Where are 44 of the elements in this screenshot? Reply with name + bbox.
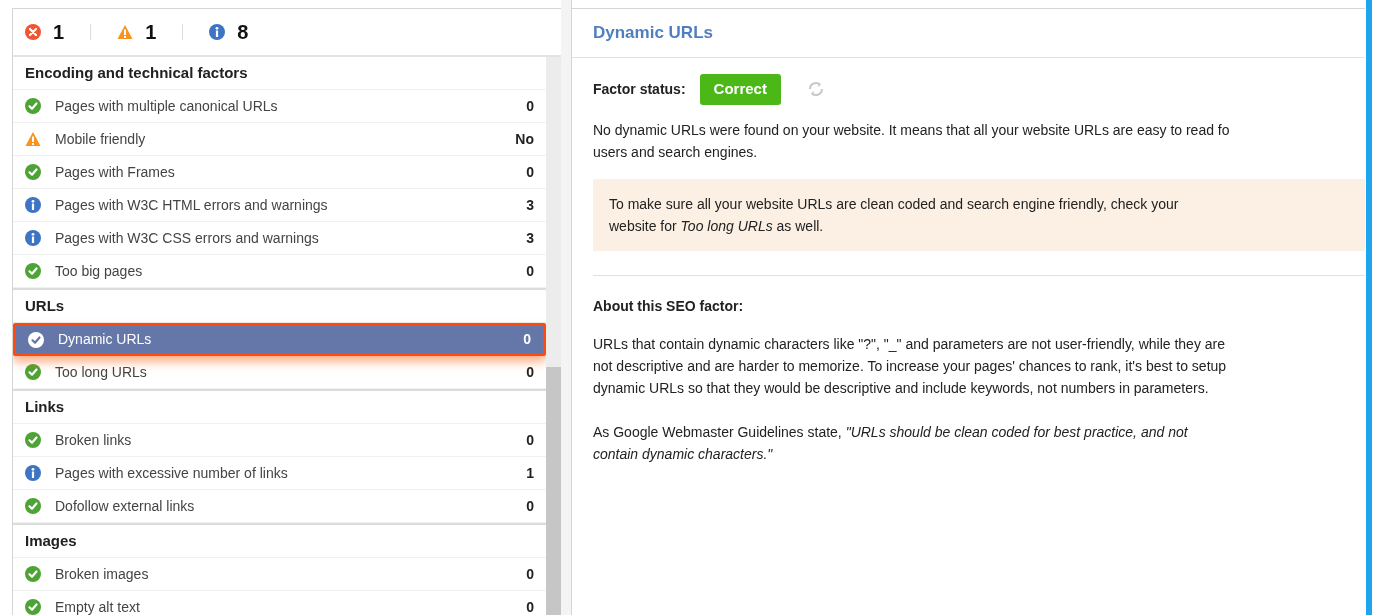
- factor-item[interactable]: Broken links 0: [13, 424, 546, 457]
- scrollbar-thumb[interactable]: [546, 367, 561, 615]
- factor-item[interactable]: Too big pages 0: [13, 255, 546, 288]
- info-icon: [209, 24, 226, 40]
- intro-text: No dynamic URLs were found on your website. It means that all your website URLs are easy to read fo users and search engines.: [593, 120, 1231, 162]
- factor-item[interactable]: Dynamic URLs 0: [13, 323, 546, 356]
- count-label: 8: [237, 20, 249, 45]
- about-title: About this SEO factor:: [593, 296, 745, 316]
- warning-icon: [25, 131, 41, 147]
- factor-item[interactable]: Pages with W3C HTML errors and warnings 3: [13, 189, 546, 222]
- status-badge: Correct: [699, 74, 781, 105]
- detail-title: Dynamic URLs: [593, 22, 713, 45]
- count-label: 1: [145, 20, 157, 45]
- check-icon: [25, 364, 41, 380]
- check-icon: [25, 164, 41, 180]
- group-header: Images: [13, 525, 546, 558]
- refresh-icon[interactable]: [806, 80, 825, 99]
- factor-item[interactable]: Pages with Frames 0: [13, 156, 546, 189]
- info-icon: [25, 230, 41, 246]
- check-icon: [25, 498, 41, 514]
- factor-item[interactable]: Pages with excessive number of links 1: [13, 457, 546, 490]
- factor-item[interactable]: Broken images 0: [13, 558, 546, 591]
- check-icon: [28, 331, 44, 348]
- group-header: Encoding and technical factors: [13, 57, 546, 90]
- check-icon: [25, 98, 41, 114]
- factor-item[interactable]: Mobile friendly No: [13, 123, 546, 156]
- factor-item[interactable]: Pages with W3C CSS errors and warnings 3: [13, 222, 546, 255]
- check-icon: [25, 566, 41, 582]
- check-icon: [25, 263, 41, 279]
- warning-icon: [117, 24, 134, 40]
- group-header: Links: [13, 391, 546, 424]
- info-icon: [25, 197, 41, 213]
- status-label: Factor status:: [593, 79, 686, 99]
- check-icon: [25, 432, 41, 448]
- info-icon: [25, 465, 41, 481]
- note-text: To make sure all your website URLs are clean coded and search engine friendly, check your website for Too long URLs as well.: [609, 194, 1180, 236]
- quote-text: As Google Webmaster Guidelines state, "URLs should be clean coded for best practice, and not contain dynamic characters.": [593, 422, 1189, 464]
- count-label: 1: [53, 20, 65, 45]
- splitter[interactable]: [561, 0, 572, 615]
- factor-item[interactable]: Pages with multiple canonical URLs 0: [13, 90, 546, 123]
- factor-item[interactable]: Dofollow external links 0: [13, 490, 546, 523]
- about-text: URLs that contain dynamic characters like "?", "_" and parameters are not user-friendly, while they are not descriptive and are harder to memorize. To increase your pages' chances to rank, it's best to setup dynamic URLs so that they would be descriptive and include keywords, not numbers in parameters.: [593, 334, 1228, 398]
- error-icon: [25, 24, 41, 40]
- factor-item[interactable]: Too long URLs 0: [13, 356, 546, 389]
